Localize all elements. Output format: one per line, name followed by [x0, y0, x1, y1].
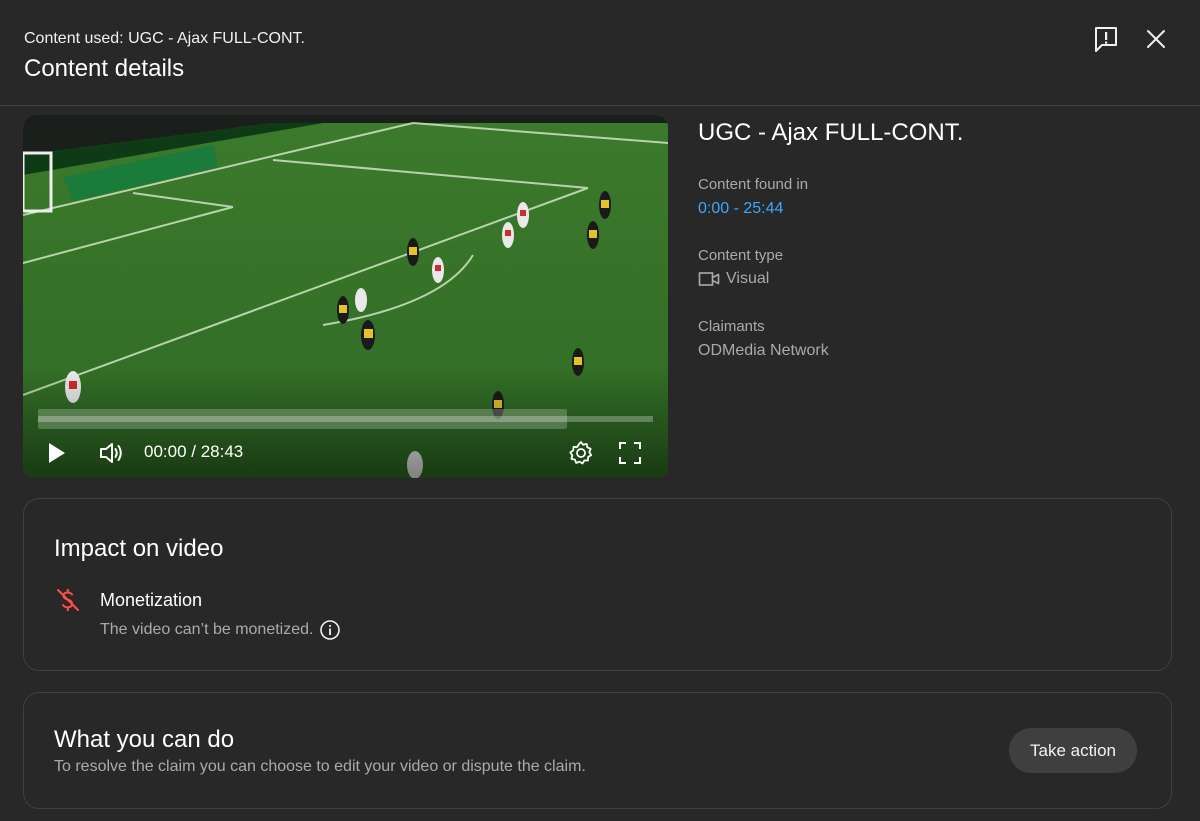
video-camera-icon [698, 272, 720, 286]
time-display: 00:00 / 28:43 [144, 442, 244, 461]
monetization-text: The video can’t be monetized. [100, 621, 314, 638]
dialog-header: Content used: UGC - Ajax FULL-CONT. Cont… [0, 0, 1200, 106]
close-icon [1147, 30, 1165, 48]
content-title: UGC - Ajax FULL-CONT. [698, 119, 964, 146]
volume-button[interactable] [97, 439, 125, 467]
info-icon[interactable] [319, 619, 341, 641]
volume-icon [100, 443, 122, 463]
fullscreen-button[interactable] [617, 440, 643, 466]
feedback-button[interactable] [1091, 24, 1121, 54]
video-player[interactable]: 00:00 / 28:43 [23, 115, 668, 478]
content-details-dialog: Content used: UGC - Ajax FULL-CONT. Cont… [0, 0, 1200, 821]
dialog-title: Content details [24, 55, 185, 82]
feedback-icon [1095, 27, 1117, 52]
monetization-description: The video can’t be monetized. [100, 619, 341, 641]
claimants-label: Claimants [698, 318, 765, 335]
impact-title: Impact on video [54, 535, 224, 562]
what-you-can-do-card: What you can do To resolve the claim you… [23, 692, 1172, 809]
settings-icon [569, 441, 593, 465]
close-button[interactable] [1141, 24, 1171, 54]
no-money-icon [57, 589, 79, 611]
actions-description: To resolve the claim you can choose to e… [54, 758, 586, 775]
actions-title: What you can do [54, 726, 235, 753]
settings-button[interactable] [567, 439, 595, 467]
content-found-label: Content found in [698, 176, 809, 193]
fullscreen-icon [619, 442, 641, 464]
play-button[interactable] [45, 440, 69, 466]
content-type-text: Visual [726, 270, 770, 287]
claimants-value: ODMedia Network [698, 342, 829, 359]
monetization-title: Monetization [100, 590, 203, 610]
play-icon [49, 443, 65, 463]
impact-card: Impact on video Monetization The video c… [23, 498, 1172, 671]
content-type-value: Visual [698, 270, 769, 288]
content-type-label: Content type [698, 247, 784, 264]
take-action-button[interactable]: Take action [1009, 728, 1137, 773]
content-used-subtitle: Content used: UGC - Ajax FULL-CONT. [24, 30, 305, 47]
buffered-bar [38, 409, 567, 429]
content-found-link[interactable]: 0:00 - 25:44 [698, 200, 783, 218]
